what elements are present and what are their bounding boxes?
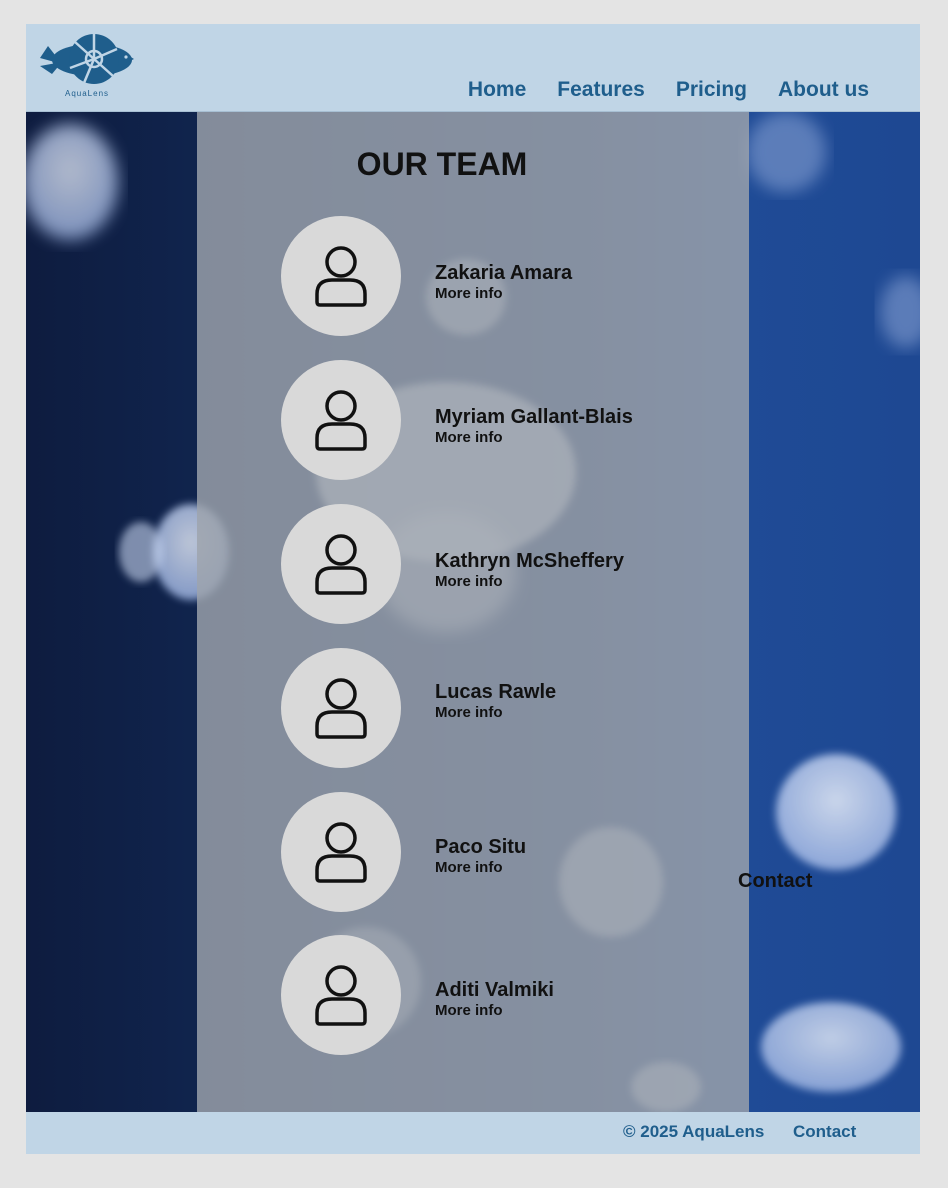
user-icon bbox=[315, 678, 367, 739]
user-icon bbox=[315, 390, 367, 451]
avatar bbox=[281, 792, 401, 912]
team-member-name: Lucas Rawle bbox=[435, 681, 557, 703]
more-info-link[interactable]: More info bbox=[435, 573, 503, 590]
footer-contact-link[interactable]: Contact bbox=[793, 1122, 856, 1142]
team-panel: OUR TEAM Zakaria Amara More info Myriam … bbox=[197, 112, 749, 1112]
team-member-card: Kathryn McSheffery More info bbox=[281, 504, 749, 624]
team-member-card: Zakaria Amara More info bbox=[281, 216, 749, 336]
main-nav: Home Features Pricing About us bbox=[468, 78, 869, 102]
more-info-link[interactable]: More info bbox=[435, 1002, 503, 1019]
avatar bbox=[281, 935, 401, 1055]
copyright-text: © 2025 AquaLens bbox=[623, 1122, 765, 1141]
avatar bbox=[281, 504, 401, 624]
avatar bbox=[281, 216, 401, 336]
more-info-link[interactable]: More info bbox=[435, 285, 503, 302]
nav-about-us[interactable]: About us bbox=[778, 78, 869, 102]
logo-wordmark: AquaLens bbox=[64, 89, 110, 98]
user-icon bbox=[315, 534, 367, 595]
hero-background: OUR TEAM Zakaria Amara More info Myriam … bbox=[26, 112, 920, 1112]
avatar bbox=[281, 648, 401, 768]
nav-pricing[interactable]: Pricing bbox=[676, 78, 747, 102]
site-footer: © 2025 AquaLens Contact bbox=[26, 1112, 920, 1154]
team-member-card: Aditi Valmiki More info bbox=[281, 935, 749, 1055]
site-header: AquaLens Home Features Pricing About us bbox=[26, 24, 920, 112]
team-member-name: Zakaria Amara bbox=[435, 262, 573, 284]
more-info-link[interactable]: More info bbox=[435, 859, 503, 876]
team-member-name: Myriam Gallant-Blais bbox=[435, 406, 633, 428]
more-info-link[interactable]: More info bbox=[435, 704, 503, 721]
nav-features[interactable]: Features bbox=[557, 78, 645, 102]
team-member-card: Myriam Gallant-Blais More info bbox=[281, 360, 749, 480]
more-info-link[interactable]: More info bbox=[435, 429, 503, 446]
avatar bbox=[281, 360, 401, 480]
team-member-card: Lucas Rawle More info bbox=[281, 648, 749, 768]
user-icon bbox=[315, 822, 367, 883]
team-member-name: Paco Situ bbox=[435, 836, 527, 858]
team-member-card: Paco Situ More info bbox=[281, 792, 749, 912]
page-frame: AquaLens Home Features Pricing About us bbox=[26, 24, 920, 1154]
user-icon bbox=[315, 965, 367, 1026]
user-icon bbox=[315, 246, 367, 307]
page-title: OUR TEAM bbox=[356, 146, 528, 182]
team-member-name: Aditi Valmiki bbox=[435, 979, 554, 1001]
team-member-name: Kathryn McSheffery bbox=[435, 550, 624, 572]
contact-link[interactable]: Contact bbox=[738, 870, 812, 893]
nav-home[interactable]: Home bbox=[468, 78, 526, 102]
